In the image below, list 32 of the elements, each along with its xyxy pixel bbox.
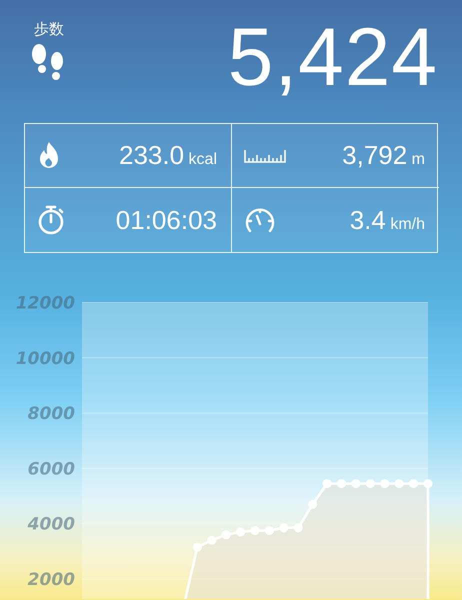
data-point	[264, 526, 274, 536]
data-point	[366, 479, 375, 488]
stat-value: 3.4 km/h	[350, 204, 425, 236]
step-count: 5,424	[228, 18, 438, 98]
axis-label: 2000	[28, 570, 75, 590]
data-point	[250, 526, 260, 536]
data-point	[236, 528, 246, 536]
flame-icon	[37, 140, 61, 170]
data-point	[337, 479, 346, 488]
data-point	[380, 479, 390, 488]
data-point	[279, 523, 288, 532]
axis-label: 12000	[16, 294, 75, 314]
axis-label: 10000	[16, 348, 75, 369]
data-point	[308, 500, 318, 509]
steps-label: 歩数	[33, 22, 64, 38]
axis-label: 4000	[28, 514, 75, 535]
data-point	[409, 479, 418, 488]
stat-value: 01:06:03	[116, 204, 217, 236]
speedometer-icon	[244, 206, 276, 234]
data-point	[207, 536, 216, 545]
ruler-icon	[244, 148, 286, 162]
axis-label: 8000	[28, 404, 75, 424]
data-point	[351, 479, 360, 488]
axis-label: 6000	[28, 459, 75, 480]
stopwatch-icon	[37, 205, 65, 235]
data-point	[294, 523, 303, 532]
data-point	[192, 542, 202, 552]
stat-value: 233.0 kcal	[119, 140, 217, 171]
data-point	[222, 530, 231, 540]
stat-value: 3,792 m	[342, 140, 425, 171]
data-point	[394, 479, 404, 488]
data-point	[322, 479, 332, 488]
